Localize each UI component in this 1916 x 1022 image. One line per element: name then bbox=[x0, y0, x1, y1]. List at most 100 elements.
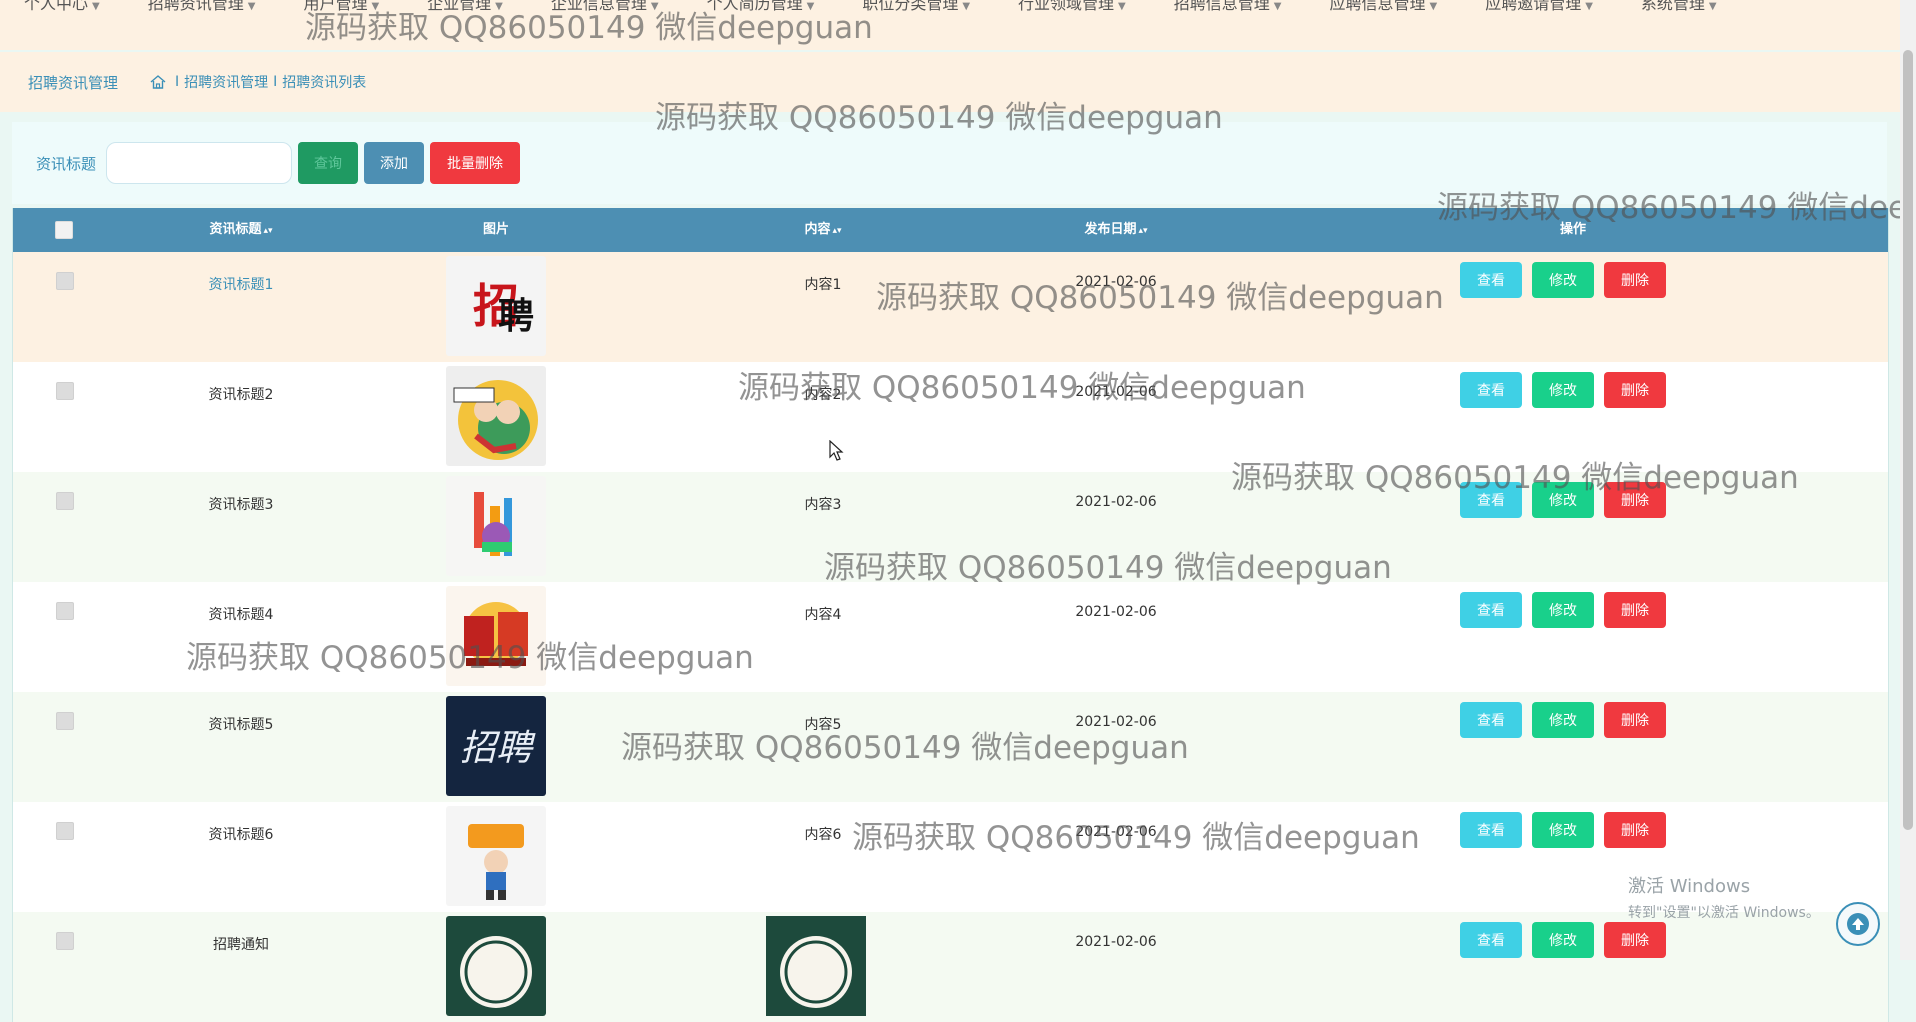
edit-button[interactable]: 修改 bbox=[1532, 262, 1594, 298]
row-date: 2021-02-06 bbox=[1075, 824, 1157, 840]
row-checkbox[interactable] bbox=[56, 822, 74, 840]
edit-button[interactable]: 修改 bbox=[1532, 372, 1594, 408]
row-content: 内容2 bbox=[804, 387, 842, 403]
breadcrumb-separator: I bbox=[175, 74, 180, 90]
row-title[interactable]: 资讯标题1 bbox=[141, 274, 341, 294]
scrollbar[interactable] bbox=[1900, 0, 1916, 960]
row-content: 内容6 bbox=[804, 827, 842, 843]
row-title[interactable]: 资讯标题5 bbox=[141, 714, 341, 734]
delete-button[interactable]: 删除 bbox=[1604, 702, 1666, 738]
row-checkbox[interactable] bbox=[56, 712, 74, 730]
batch-delete-button[interactable]: 批量删除 bbox=[430, 142, 521, 184]
nav-item-applications[interactable]: 应聘信息管理 ▼ bbox=[1329, 0, 1437, 15]
chevron-down-icon: ▼ bbox=[650, 1, 659, 12]
row-title[interactable]: 招聘通知 bbox=[141, 934, 341, 954]
search-input[interactable] bbox=[106, 142, 293, 184]
sort-icon: ▴▾ bbox=[1138, 226, 1148, 236]
row-image bbox=[446, 476, 546, 576]
table-row: 招聘通知 2021-02-06 查看 修改 删除 bbox=[13, 912, 1888, 1022]
scrollbar-thumb[interactable] bbox=[1903, 50, 1913, 830]
search-bar: 资讯标题 查询 添加 批量删除 bbox=[12, 122, 1887, 204]
row-image bbox=[446, 806, 546, 906]
nav-item-companies[interactable]: 企业管理 ▼ bbox=[427, 0, 503, 15]
row-checkbox[interactable] bbox=[56, 492, 74, 510]
nav-item-personal-center[interactable]: 个人中心 ▼ bbox=[24, 0, 100, 15]
edit-button[interactable]: 修改 bbox=[1532, 922, 1594, 958]
add-button[interactable]: 添加 bbox=[364, 142, 425, 184]
nav-item-invitations[interactable]: 应聘邀请管理 ▼ bbox=[1485, 0, 1593, 15]
row-date: 2021-02-06 bbox=[1075, 714, 1157, 730]
column-header-title[interactable]: 资讯标题 ▴▾ bbox=[141, 208, 341, 252]
row-title[interactable]: 资讯标题3 bbox=[141, 494, 341, 514]
row-title[interactable]: 资讯标题2 bbox=[141, 384, 341, 404]
row-image bbox=[446, 586, 546, 686]
row-title[interactable]: 资讯标题6 bbox=[141, 824, 341, 844]
back-to-top-button[interactable] bbox=[1836, 902, 1880, 946]
view-button[interactable]: 查看 bbox=[1460, 372, 1522, 408]
nav-item-recruit-info[interactable]: 招聘信息管理 ▼ bbox=[1174, 0, 1282, 15]
chevron-down-icon: ▼ bbox=[371, 1, 380, 12]
delete-button[interactable]: 删除 bbox=[1604, 592, 1666, 628]
chevron-down-icon: ▼ bbox=[962, 1, 971, 12]
nav-item-resumes[interactable]: 个人简历管理 ▼ bbox=[707, 0, 815, 15]
row-content: 内容5 bbox=[804, 717, 842, 733]
view-button[interactable]: 查看 bbox=[1460, 922, 1522, 958]
nav-label: 职位分类管理 bbox=[862, 0, 959, 13]
search-button[interactable]: 查询 bbox=[298, 142, 359, 184]
select-all-checkbox[interactable] bbox=[55, 221, 73, 239]
top-nav: 个人中心 ▼ 招聘资讯管理 ▼ 用户管理 ▼ 企业管理 ▼ 企业信息管理 ▼ 个人简历管理… bbox=[0, 0, 1900, 50]
nav-item-recruit-news[interactable]: 招聘资讯管理 ▼ bbox=[148, 0, 256, 15]
recruit-image bbox=[446, 586, 546, 686]
nav-label: 系统管理 bbox=[1640, 0, 1705, 13]
column-label: 资讯标题 bbox=[209, 222, 262, 237]
table-row: 资讯标题4 内容4 2021-02-06 查看 修改 删除 bbox=[13, 582, 1888, 692]
sort-icon: ▴▾ bbox=[832, 226, 842, 236]
row-checkbox[interactable] bbox=[56, 272, 74, 290]
recruit-image: 招聘 bbox=[446, 696, 546, 796]
edit-button[interactable]: 修改 bbox=[1532, 812, 1594, 848]
nav-item-industries[interactable]: 行业领域管理 ▼ bbox=[1018, 0, 1126, 15]
column-label: 发布日期 bbox=[1084, 222, 1137, 237]
column-header-date[interactable]: 发布日期 ▴▾ bbox=[1036, 208, 1196, 252]
delete-button[interactable]: 删除 bbox=[1604, 812, 1666, 848]
view-button[interactable]: 查看 bbox=[1460, 812, 1522, 848]
nav-label: 个人中心 bbox=[24, 0, 89, 13]
activation-subtitle: 转到"设置"以激活 Windows。 bbox=[1628, 905, 1820, 921]
nav-item-system[interactable]: 系统管理 ▼ bbox=[1641, 0, 1717, 15]
column-label: 图片 bbox=[482, 222, 509, 237]
recruit-image bbox=[446, 806, 546, 906]
row-actions: 查看 修改 删除 bbox=[1460, 372, 1666, 408]
nav-item-users[interactable]: 用户管理 ▼ bbox=[303, 0, 379, 15]
chevron-down-icon: ▼ bbox=[495, 1, 503, 12]
row-checkbox[interactable] bbox=[56, 382, 74, 400]
nav-label: 应聘信息管理 bbox=[1329, 0, 1426, 13]
breadcrumb-item-news-list: 招聘资讯列表 bbox=[282, 75, 367, 91]
nav-label: 个人简历管理 bbox=[706, 0, 803, 13]
delete-button[interactable]: 删除 bbox=[1604, 262, 1666, 298]
view-button[interactable]: 查看 bbox=[1460, 592, 1522, 628]
delete-button[interactable]: 删除 bbox=[1604, 482, 1666, 518]
home-icon[interactable] bbox=[150, 75, 166, 89]
row-image: 招聘 bbox=[446, 696, 546, 796]
column-label: 内容 bbox=[804, 222, 831, 237]
view-button[interactable]: 查看 bbox=[1460, 262, 1522, 298]
view-button[interactable]: 查看 bbox=[1460, 482, 1522, 518]
edit-button[interactable]: 修改 bbox=[1532, 482, 1594, 518]
table-row: 资讯标题5 招聘 内容5 2021-02-06 查看 修改 删除 bbox=[13, 692, 1888, 802]
nav-item-job-categories[interactable]: 职位分类管理 ▼ bbox=[862, 0, 970, 15]
row-checkbox[interactable] bbox=[56, 602, 74, 620]
breadcrumb-item-recruit-news[interactable]: 招聘资讯管理 bbox=[184, 72, 268, 92]
delete-button[interactable]: 删除 bbox=[1604, 922, 1666, 958]
row-image bbox=[446, 916, 546, 1016]
row-actions: 查看 修改 删除 bbox=[1460, 922, 1666, 958]
row-title[interactable]: 资讯标题4 bbox=[141, 604, 341, 624]
delete-button[interactable]: 删除 bbox=[1604, 372, 1666, 408]
breadcrumb-bar: 招聘资讯管理 I 招聘资讯管理 I 招聘资讯列表 bbox=[0, 52, 1900, 112]
column-header-content[interactable]: 内容 ▴▾ bbox=[773, 208, 873, 252]
nav-item-company-info[interactable]: 企业信息管理 ▼ bbox=[551, 0, 659, 15]
view-button[interactable]: 查看 bbox=[1460, 702, 1522, 738]
edit-button[interactable]: 修改 bbox=[1532, 592, 1594, 628]
chevron-down-icon: ▼ bbox=[1118, 1, 1126, 12]
row-checkbox[interactable] bbox=[56, 932, 74, 950]
edit-button[interactable]: 修改 bbox=[1532, 702, 1594, 738]
